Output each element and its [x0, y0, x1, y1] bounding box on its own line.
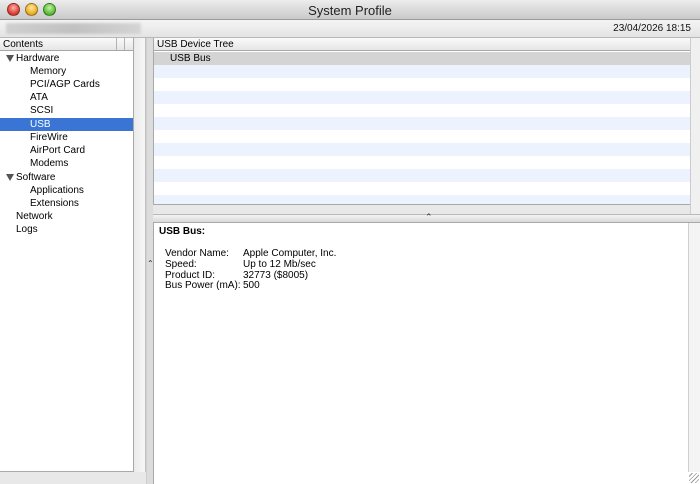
- contents-sidebar: Contents Hardware Memory PCI/AGP Cards A…: [0, 38, 134, 472]
- sidebar-item-hardware[interactable]: Hardware: [0, 52, 133, 65]
- sidebar-item-label: PCI/AGP Cards: [30, 79, 100, 90]
- detail-title: USB Bus:: [159, 226, 206, 237]
- sidebar-item-ata[interactable]: ATA: [0, 91, 133, 104]
- sidebar-item-label: USB: [30, 119, 51, 130]
- tree-row-empty: [154, 182, 690, 195]
- sidebar-item-label: Software: [16, 172, 56, 183]
- field-label: Vendor Name:: [165, 248, 229, 259]
- disclosure-triangle-icon[interactable]: [6, 174, 14, 181]
- detail-scrollbar[interactable]: [688, 223, 700, 472]
- sidebar-item-label: FireWire: [30, 132, 68, 143]
- resize-grip-icon[interactable]: [689, 473, 699, 483]
- sidebar-item-pci-agp-cards[interactable]: PCI/AGP Cards: [0, 78, 133, 91]
- sidebar-item-modems[interactable]: Modems: [0, 157, 133, 170]
- field-label: Speed:: [165, 259, 197, 270]
- sidebar-item-software[interactable]: Software: [0, 171, 133, 184]
- speed-value: Up to 12 Mb/sec: [243, 259, 316, 270]
- sidebar-item-label: Hardware: [16, 53, 60, 64]
- sidebar-item-network[interactable]: Network: [0, 210, 133, 223]
- device-tree-column-header[interactable]: USB Device Tree: [154, 38, 690, 51]
- sidebar-item-label: Applications: [30, 185, 84, 196]
- split-grip-icon: ⌃: [425, 212, 433, 222]
- report-date: 23/04/2026 18:15: [613, 23, 691, 34]
- window-title: System Profile: [308, 3, 392, 18]
- sidebar-item-label: Network: [16, 211, 53, 222]
- sidebar-item-extensions[interactable]: Extensions: [0, 197, 133, 210]
- device-tree-scrollbar[interactable]: [690, 38, 700, 214]
- sidebar-item-label: Memory: [30, 66, 67, 77]
- usb-device-tree: USB Device Tree USB Bus: [153, 38, 690, 205]
- tree-row-empty: [154, 156, 690, 169]
- tree-row-empty: [154, 78, 690, 91]
- sidebar-item-usb[interactable]: USB: [0, 118, 133, 131]
- disclosure-triangle-icon[interactable]: [6, 55, 14, 62]
- sidebar-item-label: AirPort Card: [30, 145, 86, 156]
- device-detail-panel: USB Bus: Vendor Name: Apple Computer, In…: [153, 223, 700, 484]
- sidebar-scrollbar[interactable]: [134, 38, 146, 472]
- sidebar-item-label: Modems: [30, 158, 69, 169]
- contents-header-label: Contents: [3, 39, 44, 50]
- field-label: Bus Power (mA):: [165, 280, 241, 291]
- title-bar: System Profile: [0, 0, 700, 20]
- tree-row-empty: [154, 195, 690, 204]
- tree-row-empty: [154, 117, 690, 130]
- sidebar-item-logs[interactable]: Logs: [0, 223, 133, 236]
- tree-row-usb-bus[interactable]: USB Bus: [154, 52, 690, 65]
- sidebar-item-label: Extensions: [30, 198, 79, 209]
- sidebar-item-airport-card[interactable]: AirPort Card: [0, 144, 133, 157]
- sidebar-item-label: ATA: [30, 92, 48, 103]
- sidebar-item-firewire[interactable]: FireWire: [0, 131, 133, 144]
- tree-row-label: USB Bus: [170, 53, 211, 64]
- horizontal-split-handle[interactable]: ⌃: [153, 212, 700, 223]
- bus-power-value: 500: [243, 280, 260, 291]
- tree-row-empty: [154, 91, 690, 104]
- sidebar-item-applications[interactable]: Applications: [0, 184, 133, 197]
- computer-name-redacted: [6, 23, 141, 34]
- sidebar-item-label: SCSI: [30, 105, 54, 116]
- tree-row-empty: [154, 130, 690, 143]
- tree-row-empty: [154, 169, 690, 182]
- column-separator: [116, 38, 117, 50]
- contents-column-header[interactable]: Contents: [0, 38, 133, 51]
- tree-row-empty: [154, 104, 690, 117]
- tree-row-empty: [154, 143, 690, 156]
- sidebar-item-label: Logs: [16, 224, 38, 235]
- tree-row-empty: [154, 65, 690, 78]
- sidebar-item-scsi[interactable]: SCSI: [0, 104, 133, 117]
- column-separator: [124, 38, 125, 50]
- device-tree-header-label: USB Device Tree: [157, 39, 234, 50]
- info-bar: 23/04/2026 18:15: [0, 20, 700, 38]
- sidebar-item-memory[interactable]: Memory: [0, 65, 133, 78]
- vendor-name-value: Apple Computer, Inc.: [243, 248, 337, 259]
